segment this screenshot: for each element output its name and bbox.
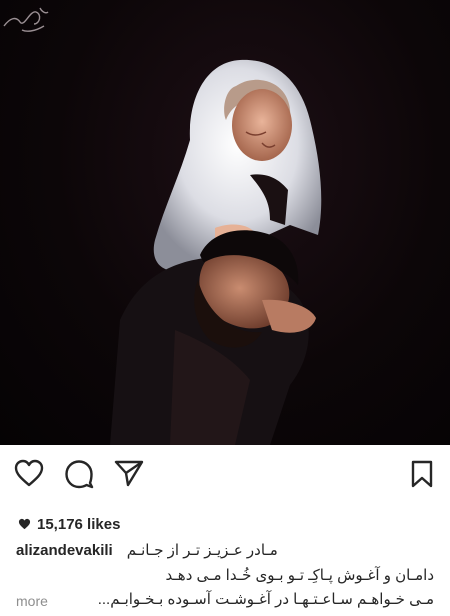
caption-username[interactable]: alizandevakili	[16, 542, 113, 559]
post-photo-artwork	[110, 59, 322, 445]
save-button[interactable]	[410, 459, 434, 489]
heart-outline-icon	[14, 459, 44, 487]
caption-more-link[interactable]: more	[16, 593, 48, 609]
caption-line-2: دامـان و آغـوش پـاکِـ تـو بـوی خُـدا مـی…	[165, 567, 434, 584]
share-button[interactable]	[114, 459, 144, 487]
paper-plane-icon	[114, 460, 144, 487]
post-photo[interactable]	[0, 0, 450, 445]
comment-button[interactable]	[64, 459, 94, 489]
like-button[interactable]	[14, 459, 44, 487]
heart-filled-icon	[18, 518, 31, 530]
artist-signature	[3, 7, 49, 32]
post-action-bar	[0, 445, 450, 505]
likes-count: 15,176 likes	[37, 515, 121, 533]
speech-bubble-icon	[65, 460, 94, 489]
caption-line-3: مـی خـواهـم سـاعـتـهـا در آغـوشـت آسـوده…	[97, 591, 434, 608]
caption-first-line: alizandevakili مـادر عـزیـز تـر از جـانـ…	[16, 540, 436, 560]
caption-line-1: مـادر عـزیـز تـر از جـانـم	[126, 542, 278, 559]
likes-count-row[interactable]: 15,176 likes	[18, 514, 120, 534]
bookmark-icon	[411, 460, 433, 488]
